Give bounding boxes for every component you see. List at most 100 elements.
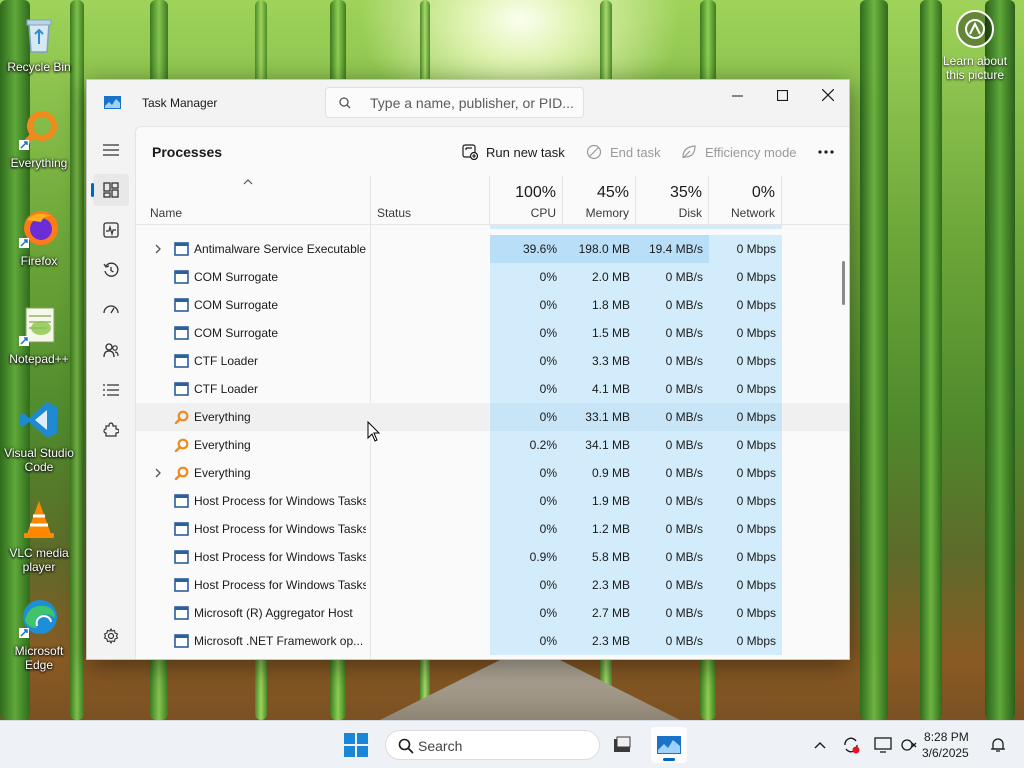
clock-time: 8:28 PM xyxy=(924,730,969,744)
column-status[interactable]: Status xyxy=(371,176,490,225)
process-disk-value: 0 MB/s xyxy=(636,319,709,347)
process-disk-value: 0 MB/s xyxy=(636,431,709,459)
table-row[interactable]: CTF Loader 0% 4.1 MB 0 MB/s 0 Mbps xyxy=(136,375,849,403)
table-row[interactable]: Everything 0% 33.1 MB 0 MB/s 0 Mbps xyxy=(136,403,849,431)
run-new-task-label: Run new task xyxy=(486,144,565,160)
table-row[interactable]: CTF Loader 0% 3.3 MB 0 MB/s 0 Mbps xyxy=(136,347,849,375)
memory-total: 45% xyxy=(596,184,629,201)
search-input[interactable] xyxy=(370,93,578,113)
sort-up-icon xyxy=(243,179,253,185)
table-row[interactable]: Host Process for Windows Tasks 0% 2.3 MB 0 … xyxy=(136,571,849,599)
search-box[interactable] xyxy=(325,87,584,118)
table-row[interactable]: Everything 0.2% 34.1 MB 0 MB/s 0 Mbps xyxy=(136,431,849,459)
efficiency-mode-button[interactable]: Efficiency mode xyxy=(681,143,797,161)
process-disk-value: 0 MB/s xyxy=(636,403,709,431)
process-memory-value: 34.1 MB xyxy=(563,431,636,459)
process-name: COM Surrogate xyxy=(194,270,279,284)
partial-row xyxy=(490,225,782,229)
desktop-icon-recycle-bin[interactable]: Recycle Bin xyxy=(0,12,78,74)
nav-details[interactable] xyxy=(93,374,129,406)
table-row[interactable]: Host Process for Windows Tasks 0% 1.2 MB 0 … xyxy=(136,515,849,543)
learn-about-picture[interactable]: Learn about this picture xyxy=(938,10,1012,82)
process-name: Host Process for Windows Tasks xyxy=(194,494,366,508)
process-memory-value: 4.1 MB xyxy=(563,375,636,403)
nav-settings[interactable] xyxy=(93,620,129,652)
desktop-icon-vscode[interactable]: Visual Studio Code xyxy=(0,398,78,474)
title-bar[interactable]: Task Manager xyxy=(87,80,849,126)
notification-bell-icon xyxy=(991,738,1005,752)
windows-start-button[interactable] xyxy=(344,733,368,757)
process-cpu-value: 0% xyxy=(490,487,563,515)
table-row[interactable]: COM Surrogate 0% 2.0 MB 0 MB/s 0 Mbps xyxy=(136,263,849,291)
vertical-scrollbar[interactable] xyxy=(842,261,845,305)
process-name: CTF Loader xyxy=(194,354,259,368)
column-network-label: Network xyxy=(730,206,775,220)
table-row[interactable]: Everything 0% 0.9 MB 0 MB/s 0 Mbps xyxy=(136,459,849,487)
table-row[interactable]: Microsoft (R) Aggregator Host 0% 2.7 MB 0 M… xyxy=(136,599,849,627)
notification-button[interactable] xyxy=(988,735,1008,755)
process-disk-value: 0 MB/s xyxy=(636,515,709,543)
table-row[interactable]: COM Surrogate 0% 1.8 MB 0 MB/s 0 Mbps xyxy=(136,291,849,319)
taskbar-clock[interactable]: 8:28 PM 3/6/2025 xyxy=(922,729,969,761)
process-list: Antimalware Service Executable 39.6% 198.0… xyxy=(136,225,849,659)
process-network-value: 0 Mbps xyxy=(709,599,782,627)
process-network-value: 0 Mbps xyxy=(709,431,782,459)
table-row[interactable]: Host Process for Windows Tasks 0% 1.9 MB 0 … xyxy=(136,487,849,515)
process-disk-value: 0 MB/s xyxy=(636,263,709,291)
process-memory-value: 2.3 MB xyxy=(563,627,636,655)
process-cpu-value: 0% xyxy=(490,599,563,627)
desktop-icon-edge[interactable]: Microsoft Edge xyxy=(0,596,78,672)
desktop-icon-firefox[interactable]: Firefox xyxy=(0,206,78,268)
desktop-icon-vlc[interactable]: VLC media player xyxy=(0,498,78,574)
column-name[interactable]: Name xyxy=(136,176,371,225)
taskbar-task-view[interactable] xyxy=(604,727,640,763)
search-icon xyxy=(339,97,351,109)
process-memory-value: 2.3 MB xyxy=(563,571,636,599)
display-tray-button[interactable] xyxy=(873,735,893,755)
app-frame-icon xyxy=(174,354,189,368)
process-network-value: 0 Mbps xyxy=(709,347,782,375)
app-frame-icon xyxy=(174,522,189,536)
close-button[interactable] xyxy=(805,80,849,110)
desktop-icon-notepadpp[interactable]: Notepad++ xyxy=(0,304,78,366)
table-row[interactable]: Antimalware Service Executable 39.6% 198.0… xyxy=(136,235,849,263)
process-disk-value: 0 MB/s xyxy=(636,291,709,319)
taskbar-search[interactable]: Search xyxy=(385,730,600,760)
nav-users[interactable] xyxy=(93,334,129,366)
process-memory-value: 1.2 MB xyxy=(563,515,636,543)
column-disk[interactable]: 35% Disk xyxy=(636,176,709,225)
update-tray-button[interactable] xyxy=(841,735,861,755)
minimize-button[interactable] xyxy=(714,80,760,110)
desktop-icon-everything[interactable]: Everything xyxy=(0,108,78,170)
table-row[interactable]: Host Process for Windows Tasks 0.9% 5.8 MB… xyxy=(136,543,849,571)
expand-chevron-icon[interactable] xyxy=(152,468,164,478)
nav-processes[interactable] xyxy=(91,174,129,206)
processes-page: Processes Run new task End task Efficien… xyxy=(135,126,849,659)
nav-app-history[interactable] xyxy=(93,254,129,286)
network-volume-tray-button[interactable] xyxy=(899,735,919,755)
minimize-icon xyxy=(731,95,743,96)
taskbar-task-manager[interactable] xyxy=(651,727,687,763)
nav-performance[interactable] xyxy=(93,214,129,246)
task-view-icon xyxy=(614,736,631,752)
table-row[interactable]: COM Surrogate 0% 1.5 MB 0 MB/s 0 Mbps xyxy=(136,319,849,347)
more-options-button[interactable] xyxy=(814,143,838,161)
process-network-value: 0 Mbps xyxy=(709,627,782,655)
maximize-button[interactable] xyxy=(759,80,805,110)
hamburger-menu-button[interactable] xyxy=(93,134,129,166)
history-icon xyxy=(103,262,119,277)
command-bar: Processes Run new task End task Efficien… xyxy=(136,127,849,176)
process-memory-value: 1.8 MB xyxy=(563,291,636,319)
app-frame-icon xyxy=(174,242,189,256)
expand-chevron-icon[interactable] xyxy=(152,244,164,254)
run-new-task-button[interactable]: Run new task xyxy=(462,143,565,161)
end-task-button[interactable]: End task xyxy=(586,143,661,161)
gear-icon xyxy=(103,628,119,644)
nav-startup-apps[interactable] xyxy=(93,294,129,326)
nav-services[interactable] xyxy=(93,414,129,446)
column-cpu[interactable]: 100% CPU xyxy=(490,176,563,225)
column-memory[interactable]: 45% Memory xyxy=(563,176,636,225)
table-row[interactable]: Microsoft .NET Framework op... 0% 2.3 MB 0 … xyxy=(136,627,849,655)
show-hidden-icons-button[interactable] xyxy=(810,735,830,755)
column-network[interactable]: 0% Network xyxy=(709,176,782,225)
